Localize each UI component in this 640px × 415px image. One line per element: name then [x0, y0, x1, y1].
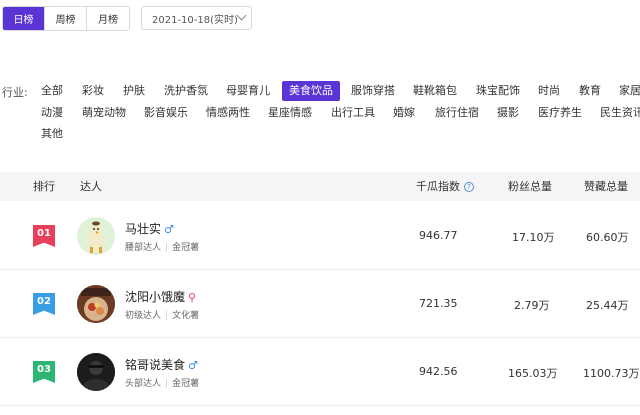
avatar[interactable] — [77, 217, 115, 255]
header-index: 千瓜指数? — [416, 172, 474, 201]
avatar[interactable] — [77, 353, 115, 391]
header-rank: 排行 — [33, 180, 55, 193]
category-pets[interactable]: 萌宠动物 — [82, 103, 126, 123]
help-icon[interactable]: ? — [464, 182, 474, 192]
tab-daily[interactable]: 日榜 — [3, 7, 45, 30]
category-home[interactable]: 家居 — [619, 81, 640, 101]
category-skincare[interactable]: 护肤 — [123, 81, 145, 101]
influencer-meta: 头部达人 | 金冠薯 — [125, 376, 199, 389]
influencer-name[interactable]: 马壮实 ♂ — [125, 220, 174, 237]
influencer-name-text: 沈阳小饿魔 — [125, 290, 186, 304]
period-tabs: 日榜 周榜 月榜 — [2, 6, 130, 31]
tab-weekly[interactable]: 周榜 — [45, 7, 87, 30]
influencer-level: 头部达人 — [125, 379, 162, 389]
food-photo-icon — [77, 285, 115, 323]
category-entertainment[interactable]: 影音娱乐 — [144, 103, 188, 123]
qiangua-index: 721.35 — [419, 297, 458, 310]
influencer-name[interactable]: 沈阳小饿魔 ⚲ — [125, 288, 196, 305]
date-select-value: 2021-10-18(实时) — [152, 14, 238, 26]
influencer-tag: 金冠薯 — [172, 243, 200, 253]
person-dark-icon — [77, 353, 115, 391]
category-food-active[interactable]: 美食饮品 — [282, 81, 340, 101]
rank-badge: 02 — [33, 293, 55, 315]
category-education[interactable]: 教育 — [579, 81, 601, 101]
category-other[interactable]: 其他 — [41, 124, 63, 144]
tab-monthly[interactable]: 月榜 — [87, 7, 129, 30]
header-fans[interactable]: 粉丝总量 — [508, 172, 552, 201]
category-jewelry[interactable]: 珠宝配饰 — [476, 81, 520, 101]
table-row[interactable]: 02 沈阳小饿魔 ⚲ 初级达人 | 文化薯 721.35 2.79万 25.44万 — [0, 270, 640, 338]
category-photography[interactable]: 摄影 — [497, 103, 519, 123]
category-apparel[interactable]: 服饰穿搭 — [351, 81, 395, 101]
influencer-name[interactable]: 铭哥说美食 ♂ — [125, 356, 198, 373]
industry-label: 行业: — [2, 86, 28, 99]
male-icon: ♂ — [164, 223, 174, 236]
likes-total: 25.44万 — [586, 299, 629, 312]
male-icon: ♂ — [188, 359, 198, 372]
category-wash-care[interactable]: 洗护香氛 — [164, 81, 208, 101]
industry-filter: 行业: 全部 彩妆 护肤 洗护香氛 母婴育儿 美食饮品 服饰穿搭 鞋靴箱包 珠宝… — [0, 78, 640, 148]
influencer-meta: 初级达人 | 文化薯 — [125, 308, 199, 321]
category-relationships[interactable]: 情感两性 — [206, 103, 250, 123]
category-shoes-bags[interactable]: 鞋靴箱包 — [413, 81, 457, 101]
category-anime[interactable]: 动漫 — [41, 103, 63, 123]
likes-total: 1100.73万 — [583, 367, 640, 380]
category-wedding[interactable]: 婚嫁 — [393, 103, 415, 123]
table-row[interactable]: 01 马壮实 ♂ 腰部达人 | 金冠薯 946.77 17.10万 60.60万 — [0, 202, 640, 270]
divider: | — [165, 311, 169, 321]
chevron-down-icon — [236, 10, 247, 21]
influencer-tag: 金冠薯 — [172, 379, 200, 389]
category-parenting[interactable]: 母婴育儿 — [226, 81, 270, 101]
table-header: 排行 达人 千瓜指数? 粉丝总量 赞藏总量 — [0, 172, 640, 201]
rank-badge: 03 — [33, 361, 55, 383]
category-fashion[interactable]: 时尚 — [538, 81, 560, 101]
header-influencer: 达人 — [80, 180, 102, 193]
divider: | — [165, 243, 169, 253]
qiangua-index: 942.56 — [419, 365, 458, 378]
likes-total: 60.60万 — [586, 231, 629, 244]
influencer-tag: 文化薯 — [172, 311, 200, 321]
fans-total: 17.10万 — [512, 231, 555, 244]
category-makeup[interactable]: 彩妆 — [82, 81, 104, 101]
avatar[interactable] — [77, 285, 115, 323]
header-index-label: 千瓜指数 — [416, 180, 460, 193]
qiangua-index: 946.77 — [419, 229, 458, 242]
date-select[interactable]: 2021-10-18(实时) — [141, 6, 252, 30]
influencer-name-text: 铭哥说美食 — [125, 358, 186, 372]
influencer-level: 腰部达人 — [125, 243, 162, 253]
category-all[interactable]: 全部 — [41, 81, 63, 101]
category-horoscope[interactable]: 星座情感 — [268, 103, 312, 123]
fans-total: 165.03万 — [508, 367, 558, 380]
table-row[interactable]: 03 铭哥说美食 ♂ 头部达人 | 金冠薯 942.56 165.03万 1100.7… — [0, 338, 640, 406]
divider: | — [165, 379, 169, 389]
cartoon-chicken-icon — [88, 221, 104, 253]
category-transport[interactable]: 出行工具 — [331, 103, 375, 123]
rank-badge: 01 — [33, 225, 55, 247]
fans-total: 2.79万 — [514, 299, 550, 312]
category-travel[interactable]: 旅行住宿 — [435, 103, 479, 123]
influencer-name-text: 马壮实 — [125, 222, 162, 236]
category-news[interactable]: 民生资讯 — [600, 103, 640, 123]
influencer-meta: 腰部达人 | 金冠薯 — [125, 240, 199, 253]
header-likes[interactable]: 赞藏总量 — [584, 172, 628, 201]
category-health[interactable]: 医疗养生 — [538, 103, 582, 123]
female-icon: ⚲ — [188, 291, 197, 304]
influencer-level: 初级达人 — [125, 311, 162, 321]
